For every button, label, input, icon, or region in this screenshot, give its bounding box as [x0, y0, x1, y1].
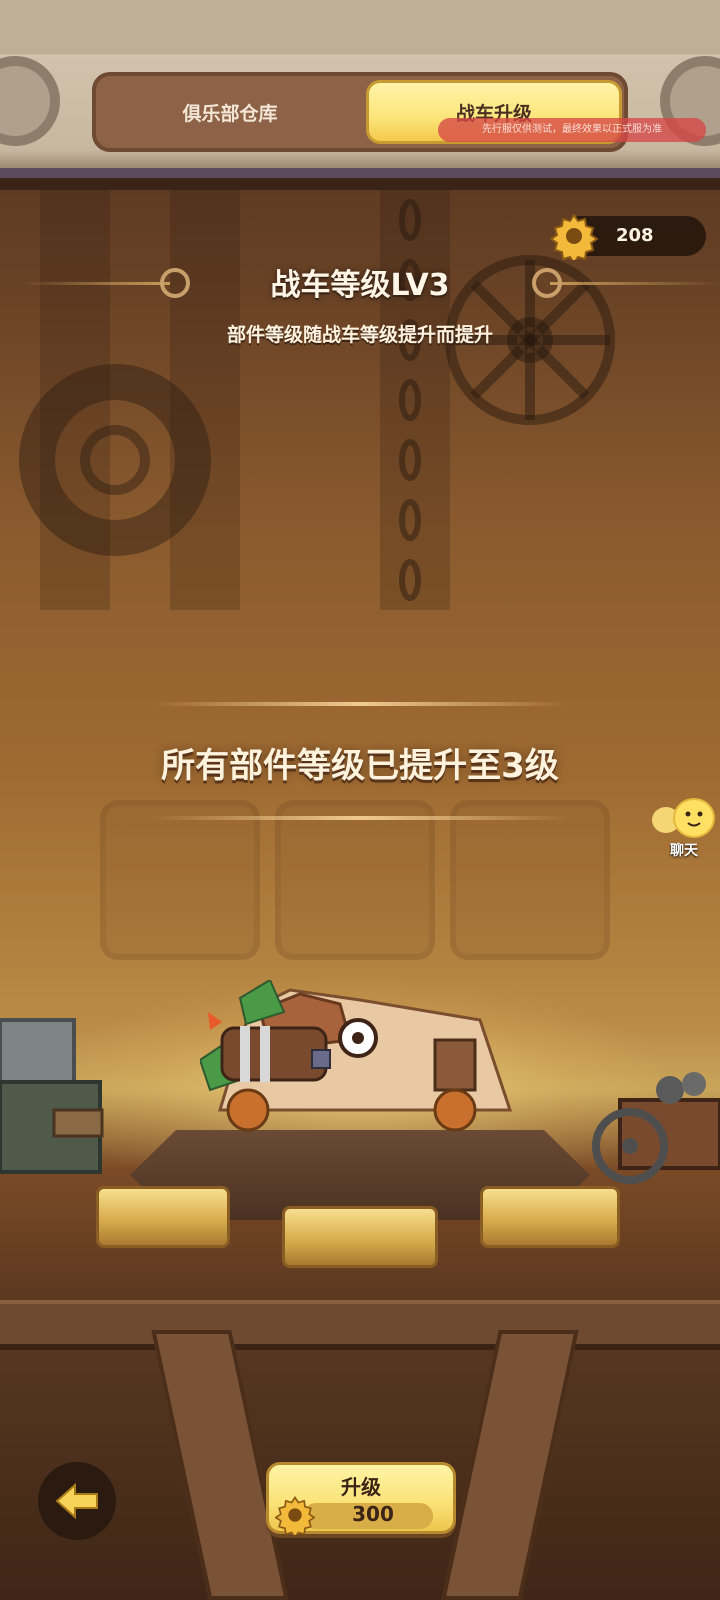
currency-display: 208	[550, 213, 706, 260]
pedestal-gold-block	[282, 1206, 438, 1268]
upgrade-cost: 300	[352, 1502, 394, 1526]
background-gear-icon	[19, 364, 211, 556]
pedestal-gold-block	[96, 1186, 230, 1248]
chat-label: 聊天	[670, 843, 698, 859]
vehicle-level-title: 战车等级LV3	[270, 268, 450, 303]
mine-cart-icon	[592, 1072, 720, 1184]
vehicle-level-subtitle: 部件等级随战车等级提升而提升	[226, 324, 493, 346]
chat-button[interactable]: 聊天	[648, 798, 720, 864]
top-bar: 俱乐部仓库 战车升级 先行服仅供测试，最终效果以正式服为准	[0, 0, 720, 190]
corner-gear-icon	[0, 56, 60, 146]
background-chain-icon	[399, 199, 421, 601]
pedestal-gold-block	[480, 1186, 620, 1248]
war-chariot-icon	[200, 980, 513, 1132]
chat-bubble-icon	[652, 798, 715, 838]
vehicle-upgrade-screen: 俱乐部仓库 战车升级 先行服仅供测试，最终效果以正式服为准 208 战车等级LV…	[0, 0, 720, 1600]
background-panel	[450, 800, 610, 960]
test-server-notice: 先行服仅供测试，最终效果以正式服为准	[438, 118, 706, 142]
message-divider-bottom	[150, 816, 570, 820]
background-panel	[100, 800, 260, 960]
message-divider-top	[150, 702, 570, 706]
floor-rail	[0, 1300, 720, 1350]
background-panel	[275, 800, 435, 960]
tab-club-warehouse[interactable]: 俱乐部仓库	[96, 76, 364, 148]
supply-crate-icon	[0, 1018, 104, 1174]
gear-coin-icon	[550, 213, 598, 260]
back-arrow-icon	[55, 1482, 98, 1520]
currency-amount: 208	[616, 225, 654, 246]
upgrade-status-message: 所有部件等级已提升至3级	[161, 746, 559, 786]
top-bar-shadow	[0, 178, 720, 190]
upgrade-button[interactable]: 升级 300	[266, 1462, 456, 1535]
back-button[interactable]	[38, 1462, 116, 1540]
